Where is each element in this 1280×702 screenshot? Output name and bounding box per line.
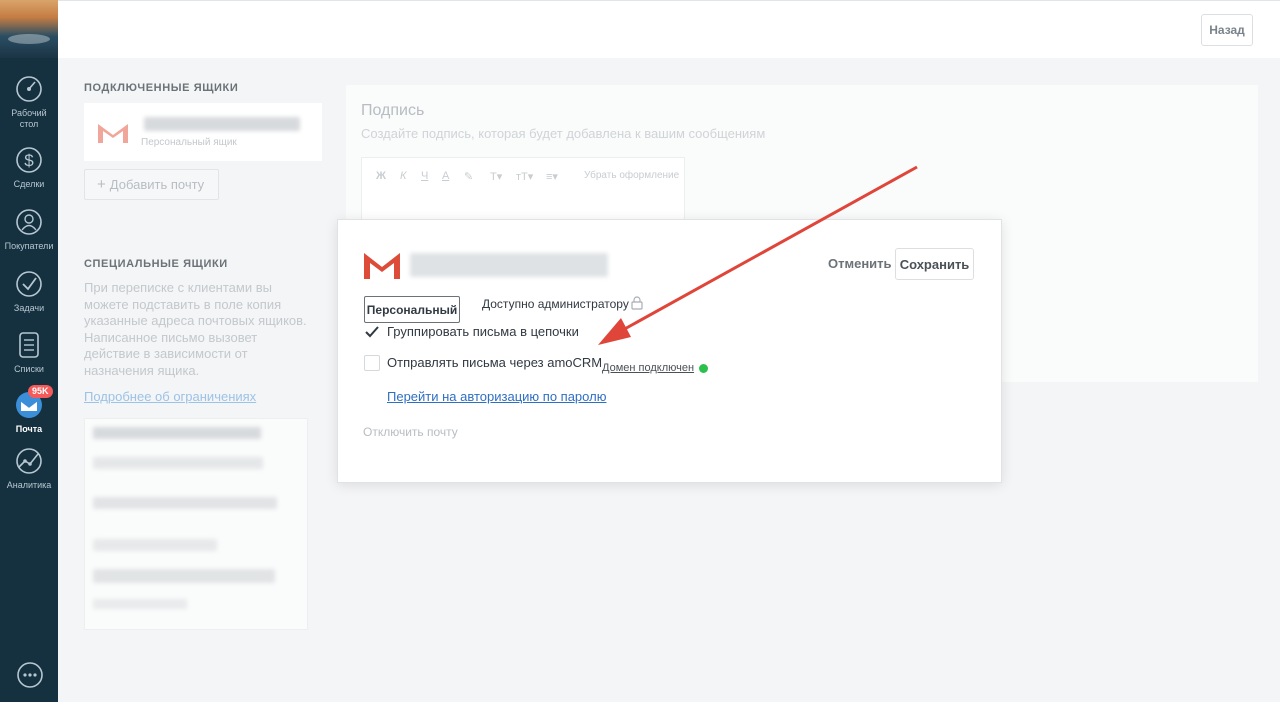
- sidebar-item-lists[interactable]: Списки: [0, 329, 58, 375]
- cancel-button[interactable]: Отменить: [828, 256, 892, 271]
- sidebar-item-label: Сделки: [13, 179, 45, 189]
- clear-formatting-button[interactable]: Убрать оформление: [584, 170, 679, 181]
- group-threads-label: Группировать письма в цепочки: [387, 324, 579, 339]
- special-addresses-list: [84, 418, 308, 630]
- lock-icon[interactable]: [631, 296, 643, 310]
- password-auth-link[interactable]: Перейти на авторизацию по паролю: [387, 389, 606, 404]
- address-redacted: [93, 539, 217, 551]
- sidebar-item-deals[interactable]: $ Сделки: [0, 144, 58, 190]
- sidebar-item-customers[interactable]: Покупатели: [0, 206, 58, 252]
- add-mail-label: Добавить почту: [109, 177, 205, 192]
- sidebar-item-dashboard[interactable]: Рабочий стол: [0, 73, 58, 130]
- send-via-amocrm-label: Отправлять письма через amoCRM: [387, 355, 603, 370]
- font-family-button[interactable]: ᴛT▾: [516, 170, 533, 183]
- checkmark-icon: [365, 326, 379, 338]
- sidebar-item-label: Аналитика: [6, 480, 52, 490]
- address-redacted: [93, 427, 261, 439]
- tasks-icon: [16, 271, 42, 297]
- lists-icon: [19, 332, 39, 358]
- sidebar-item-label: Покупатели: [4, 241, 54, 251]
- address-redacted: [93, 497, 277, 509]
- analytics-icon: [16, 448, 42, 474]
- svg-text:$: $: [24, 151, 34, 170]
- save-button[interactable]: Сохранить: [895, 248, 974, 280]
- signature-editor[interactable]: Ж К Ч А ✎ T▾ ᴛT▾ ≡▾ Убрать оформление: [361, 157, 685, 227]
- mail-count-badge: 95K: [28, 385, 53, 398]
- sidebar-item-tasks[interactable]: Задачи: [0, 268, 58, 314]
- sidebar-item-label: Задачи: [13, 303, 45, 313]
- mailbox-type-selector[interactable]: Персональный: [364, 296, 460, 323]
- mailbox-address-redacted: [410, 251, 610, 279]
- mailbox-settings-modal: Отменить Сохранить Персональный Доступно…: [337, 219, 1002, 483]
- signature-title: Подпись: [361, 102, 425, 119]
- mailbox-card[interactable]: Персональный ящик: [84, 103, 322, 161]
- font-size-button[interactable]: T▾: [490, 170, 502, 183]
- customers-icon: [16, 209, 42, 235]
- mailbox-type-label: Персональный ящик: [141, 137, 237, 148]
- special-mailboxes-description: При переписке с клиентами вы можете подс…: [84, 280, 307, 378]
- domain-connected-link[interactable]: Домен подключен: [602, 362, 694, 374]
- send-via-amocrm-checkbox[interactable]: [364, 355, 380, 371]
- sidebar-item-label: Рабочий стол: [11, 108, 47, 129]
- signature-subtitle: Создайте подпись, которая будет добавлен…: [361, 126, 766, 141]
- back-button[interactable]: Назад: [1201, 14, 1253, 46]
- sidebar-item-analytics[interactable]: Аналитика: [0, 445, 58, 491]
- special-mailboxes-title: СПЕЦИАЛЬНЫЕ ЯЩИКИ: [84, 258, 228, 270]
- disconnect-mail-button[interactable]: Отключить почту: [363, 425, 458, 439]
- align-button[interactable]: ≡▾: [546, 170, 558, 183]
- highlight-icon[interactable]: ✎: [464, 170, 473, 183]
- admin-access-label: Доступно администратору: [482, 297, 629, 311]
- connected-mailboxes-title: ПОДКЛЮЧЕННЫЕ ЯЩИКИ: [84, 82, 239, 94]
- group-threads-checkbox[interactable]: [364, 324, 380, 340]
- text-color-button[interactable]: А: [442, 170, 449, 182]
- italic-button[interactable]: К: [400, 170, 406, 182]
- gmail-icon: [98, 124, 128, 143]
- underline-button[interactable]: Ч: [421, 170, 428, 182]
- address-redacted: [93, 599, 187, 609]
- bold-button[interactable]: Ж: [376, 170, 386, 182]
- domain-status-indicator: [699, 364, 708, 373]
- top-bar: Назад: [58, 0, 1280, 58]
- sidebar-item-label: Почта: [15, 424, 43, 434]
- address-redacted: [93, 457, 263, 469]
- sidebar: Рабочий стол $ Сделки Покупатели Задачи: [0, 0, 58, 702]
- dollar-icon: $: [16, 147, 42, 173]
- mailbox-address-redacted: [144, 117, 300, 131]
- limits-link[interactable]: Подробнее об ограничениях: [84, 389, 256, 404]
- dashboard-icon: [16, 76, 42, 102]
- sidebar-item-label: Списки: [14, 364, 44, 374]
- gmail-icon: [364, 253, 400, 279]
- add-mail-button[interactable]: + Добавить почту: [84, 169, 219, 200]
- chat-icon[interactable]: [15, 660, 45, 690]
- plus-icon: +: [97, 176, 106, 193]
- avatar[interactable]: [0, 0, 58, 58]
- sidebar-item-mail[interactable]: 95K Почта: [0, 385, 58, 435]
- address-redacted: [93, 569, 275, 583]
